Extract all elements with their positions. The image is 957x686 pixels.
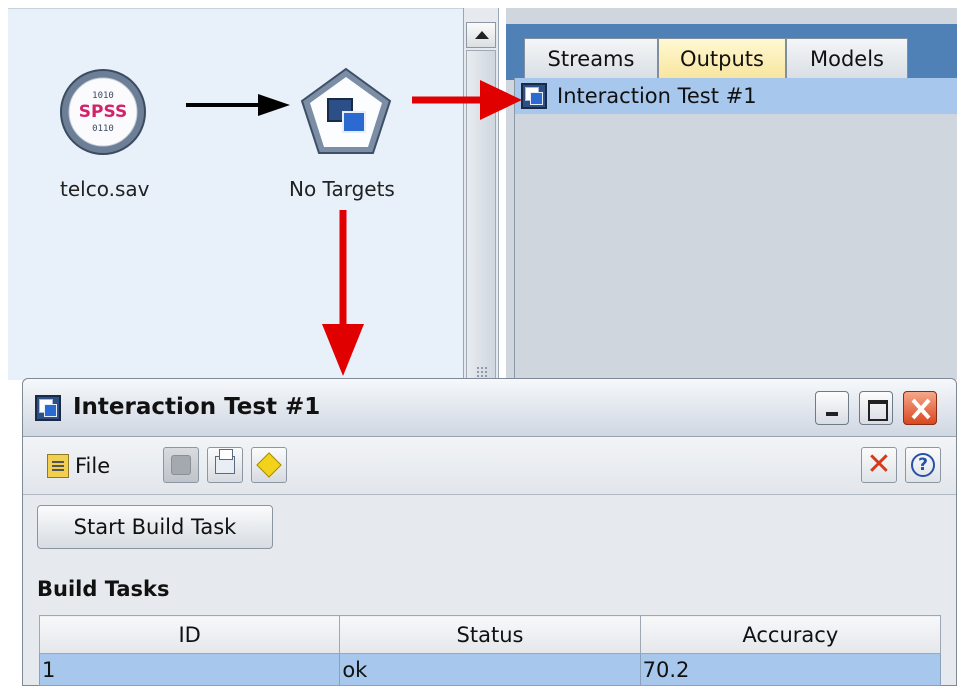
spss-logo-text: SPSS	[79, 102, 127, 122]
window-toolbar: File ✕ ?	[23, 437, 956, 495]
cell-accuracy[interactable]: 70.2	[639, 653, 942, 686]
column-header-status[interactable]: Status	[339, 615, 641, 654]
file-menu-label: File	[75, 454, 111, 478]
column-header-accuracy[interactable]: Accuracy	[639, 615, 942, 654]
window-titlebar[interactable]: Interaction Test #1	[23, 379, 956, 437]
tab-outputs[interactable]: Outputs	[658, 38, 786, 78]
spss-source-icon[interactable]: 1010 SPSS 0110	[56, 65, 150, 159]
annotate-button[interactable]	[251, 447, 287, 483]
output-window: Interaction Test #1 File ✕ ? Start Build…	[22, 378, 957, 686]
build-tasks-heading: Build Tasks	[37, 577, 170, 601]
list-item-label: Interaction Test #1	[557, 84, 757, 108]
close-icon	[911, 398, 931, 420]
tab-streams[interactable]: Streams	[524, 38, 658, 78]
diamond-icon	[256, 452, 282, 478]
node-label-no-targets: No Targets	[289, 177, 395, 201]
canvas-vertical-scrollbar[interactable]	[463, 8, 499, 390]
delete-button[interactable]: ✕	[861, 447, 897, 483]
toolbar-disabled-button[interactable]	[163, 447, 199, 483]
cell-status[interactable]: ok	[339, 653, 641, 686]
svg-text:1010: 1010	[92, 91, 114, 101]
red-x-icon: ✕	[866, 447, 892, 482]
column-header-id[interactable]: ID	[38, 615, 341, 654]
file-menu-icon	[47, 454, 69, 478]
help-button[interactable]: ?	[905, 447, 941, 483]
outputs-list[interactable]: Interaction Test #1	[514, 78, 957, 380]
pentagon-node-icon[interactable]	[298, 65, 394, 157]
print-button[interactable]	[207, 447, 243, 483]
file-menu[interactable]: File	[47, 451, 110, 481]
close-window-button[interactable]	[903, 391, 937, 425]
output-window-icon	[521, 83, 547, 109]
window-app-icon	[35, 395, 61, 421]
minimize-button[interactable]	[815, 391, 849, 425]
print-icon	[215, 449, 235, 474]
build-tasks-table: ID Status Accuracy 1 ok 70.2	[38, 615, 942, 686]
scroll-up-button[interactable]	[466, 22, 496, 48]
table-row[interactable]: 1 ok 70.2	[38, 653, 942, 686]
tab-models[interactable]: Models	[786, 38, 908, 78]
cell-id[interactable]: 1	[38, 653, 341, 686]
node-label-source: telco.sav	[60, 177, 150, 201]
list-item-output[interactable]: Interaction Test #1	[515, 78, 957, 114]
maximize-button[interactable]	[859, 391, 893, 425]
window-title: Interaction Test #1	[73, 394, 321, 420]
help-icon: ?	[911, 453, 935, 477]
svg-text:0110: 0110	[92, 124, 114, 134]
disabled-action-icon	[171, 455, 191, 475]
scroll-thumb[interactable]	[466, 50, 496, 390]
start-build-task-button[interactable]: Start Build Task	[37, 505, 273, 549]
managers-panel: Streams Outputs Models Interaction Test …	[506, 8, 957, 380]
stream-canvas[interactable]: 1010 SPSS 0110 telco.sav No Targets	[8, 8, 463, 380]
